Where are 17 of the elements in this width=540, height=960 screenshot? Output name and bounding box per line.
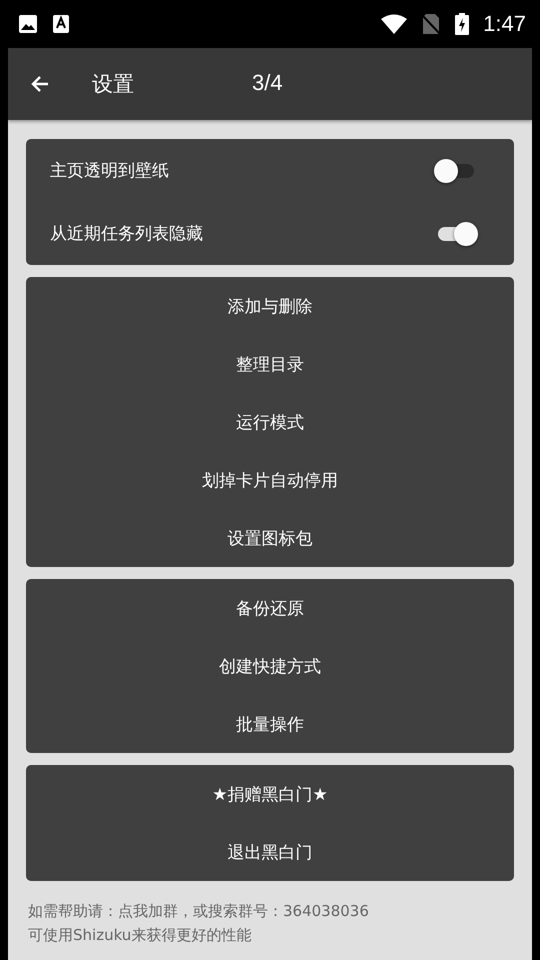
- page-indicator: 3/4: [252, 70, 283, 96]
- menu-item[interactable]: ★捐赠黑白门★: [212, 782, 328, 806]
- status-time: 1:47: [483, 11, 526, 37]
- menu-item[interactable]: 备份还原: [236, 596, 304, 620]
- menu-item[interactable]: 划掉卡片自动停用: [202, 468, 338, 492]
- menu-item[interactable]: 创建快捷方式: [219, 654, 321, 678]
- menu-item[interactable]: 设置图标包: [228, 526, 312, 550]
- help-text: 可使用Shizuku来获得更好的性能: [28, 925, 252, 946]
- screen-title: 设置: [92, 71, 134, 98]
- setting-label: 主页透明到壁纸: [50, 160, 170, 182]
- menu-item[interactable]: 批量操作: [236, 712, 304, 736]
- menu-item[interactable]: 整理目录: [236, 352, 304, 376]
- help-text: 如需帮助请：点我加群，或搜索群号：364038036: [28, 901, 370, 922]
- menu-item[interactable]: 退出黑白门: [228, 840, 312, 864]
- menu-item[interactable]: 运行模式: [236, 410, 304, 434]
- setting-label: 从近期任务列表隐藏: [50, 223, 204, 245]
- menu-item[interactable]: 添加与删除: [228, 294, 312, 318]
